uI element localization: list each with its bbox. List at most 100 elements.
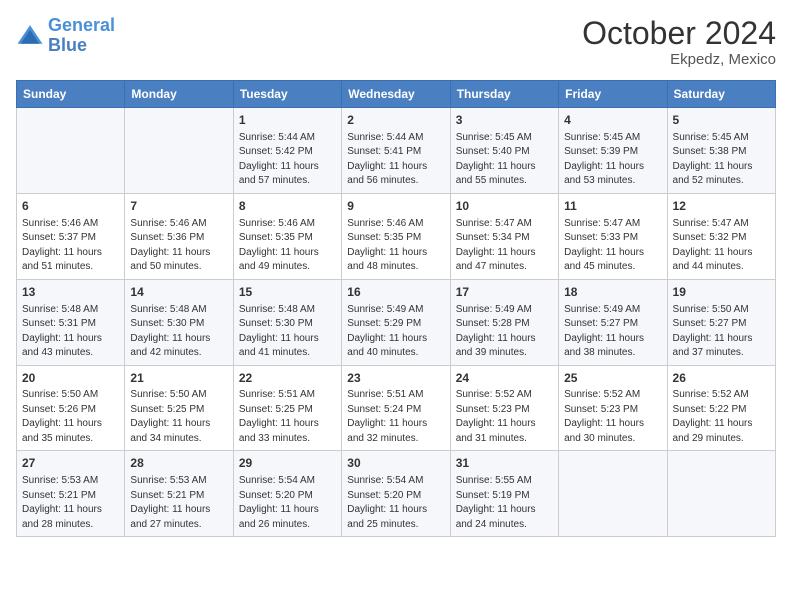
calendar-cell: 11 Sunrise: 5:47 AM Sunset: 5:33 PM Dayli… xyxy=(559,193,667,279)
calendar-cell: 13 Sunrise: 5:48 AM Sunset: 5:31 PM Dayli… xyxy=(17,279,125,365)
calendar-cell xyxy=(667,451,775,537)
calendar-cell: 19 Sunrise: 5:50 AM Sunset: 5:27 PM Dayli… xyxy=(667,279,775,365)
calendar-cell: 2 Sunrise: 5:44 AM Sunset: 5:41 PM Daylig… xyxy=(342,108,450,194)
calendar-cell: 14 Sunrise: 5:48 AM Sunset: 5:30 PM Dayli… xyxy=(125,279,233,365)
day-info: Sunrise: 5:47 AM Sunset: 5:34 PM Dayligh… xyxy=(456,217,553,275)
weekday-header-saturday: Saturday xyxy=(667,81,775,108)
weekday-header-wednesday: Wednesday xyxy=(342,81,450,108)
weekday-header-tuesday: Tuesday xyxy=(233,81,341,108)
day-info: Sunrise: 5:50 AM Sunset: 5:27 PM Dayligh… xyxy=(673,303,770,361)
day-info: Sunrise: 5:46 AM Sunset: 5:35 PM Dayligh… xyxy=(347,217,444,275)
calendar-cell: 25Sunrise: 5:52 AM Sunset: 5:23 PM Dayli… xyxy=(559,365,667,451)
day-info: Sunrise: 5:48 AM Sunset: 5:31 PM Dayligh… xyxy=(22,303,119,361)
logo-text: General Blue xyxy=(48,16,115,56)
day-info: Sunrise: 5:46 AM Sunset: 5:35 PM Dayligh… xyxy=(239,217,336,275)
day-info: Sunrise: 5:54 AM Sunset: 5:20 PM Dayligh… xyxy=(347,474,444,532)
calendar-cell: 23Sunrise: 5:51 AM Sunset: 5:24 PM Dayli… xyxy=(342,365,450,451)
day-info: Sunrise: 5:51 AM Sunset: 5:24 PM Dayligh… xyxy=(347,388,444,446)
day-number: 6 xyxy=(22,198,119,215)
day-number: 21 xyxy=(130,370,227,387)
day-number: 23 xyxy=(347,370,444,387)
week-row-3: 13 Sunrise: 5:48 AM Sunset: 5:31 PM Dayli… xyxy=(17,279,776,365)
weekday-header-friday: Friday xyxy=(559,81,667,108)
day-number: 11 xyxy=(564,198,661,215)
day-number: 30 xyxy=(347,455,444,472)
day-number: 22 xyxy=(239,370,336,387)
day-number: 3 xyxy=(456,112,553,129)
day-number: 29 xyxy=(239,455,336,472)
calendar-cell: 29 Sunrise: 5:54 AM Sunset: 5:20 PM Dayli… xyxy=(233,451,341,537)
day-info: Sunrise: 5:50 AM Sunset: 5:25 PM Dayligh… xyxy=(130,388,227,446)
day-info: Sunrise: 5:48 AM Sunset: 5:30 PM Dayligh… xyxy=(130,303,227,361)
day-number: 5 xyxy=(673,112,770,129)
day-number: 27 xyxy=(22,455,119,472)
day-number: 9 xyxy=(347,198,444,215)
day-info: Sunrise: 5:44 AM Sunset: 5:42 PM Dayligh… xyxy=(239,131,336,189)
week-row-1: 1 Sunrise: 5:44 AM Sunset: 5:42 PM Daylig… xyxy=(17,108,776,194)
week-row-4: 20Sunrise: 5:50 AM Sunset: 5:26 PM Dayli… xyxy=(17,365,776,451)
day-info: Sunrise: 5:54 AM Sunset: 5:20 PM Dayligh… xyxy=(239,474,336,532)
day-number: 19 xyxy=(673,284,770,301)
day-info: Sunrise: 5:47 AM Sunset: 5:33 PM Dayligh… xyxy=(564,217,661,275)
day-info: Sunrise: 5:45 AM Sunset: 5:40 PM Dayligh… xyxy=(456,131,553,189)
weekday-header-thursday: Thursday xyxy=(450,81,558,108)
day-number: 17 xyxy=(456,284,553,301)
day-number: 12 xyxy=(673,198,770,215)
day-info: Sunrise: 5:47 AM Sunset: 5:32 PM Dayligh… xyxy=(673,217,770,275)
day-number: 31 xyxy=(456,455,553,472)
calendar-cell xyxy=(125,108,233,194)
calendar-cell: 4Sunrise: 5:45 AM Sunset: 5:39 PM Daylig… xyxy=(559,108,667,194)
day-info: Sunrise: 5:53 AM Sunset: 5:21 PM Dayligh… xyxy=(22,474,119,532)
logo-general: General xyxy=(48,15,115,35)
calendar-cell: 20Sunrise: 5:50 AM Sunset: 5:26 PM Dayli… xyxy=(17,365,125,451)
calendar-cell: 24Sunrise: 5:52 AM Sunset: 5:23 PM Dayli… xyxy=(450,365,558,451)
calendar-cell: 1 Sunrise: 5:44 AM Sunset: 5:42 PM Daylig… xyxy=(233,108,341,194)
day-info: Sunrise: 5:49 AM Sunset: 5:29 PM Dayligh… xyxy=(347,303,444,361)
calendar-cell xyxy=(17,108,125,194)
calendar-cell: 10 Sunrise: 5:47 AM Sunset: 5:34 PM Dayli… xyxy=(450,193,558,279)
calendar-cell: 6 Sunrise: 5:46 AM Sunset: 5:37 PM Daylig… xyxy=(17,193,125,279)
day-number: 10 xyxy=(456,198,553,215)
day-info: Sunrise: 5:46 AM Sunset: 5:37 PM Dayligh… xyxy=(22,217,119,275)
location: Ekpedz, Mexico xyxy=(582,51,776,68)
month-title: October 2024 xyxy=(582,16,776,51)
day-number: 28 xyxy=(130,455,227,472)
day-number: 13 xyxy=(22,284,119,301)
week-row-2: 6 Sunrise: 5:46 AM Sunset: 5:37 PM Daylig… xyxy=(17,193,776,279)
day-number: 7 xyxy=(130,198,227,215)
day-number: 1 xyxy=(239,112,336,129)
day-info: Sunrise: 5:51 AM Sunset: 5:25 PM Dayligh… xyxy=(239,388,336,446)
calendar-cell: 16 Sunrise: 5:49 AM Sunset: 5:29 PM Dayli… xyxy=(342,279,450,365)
day-number: 16 xyxy=(347,284,444,301)
day-info: Sunrise: 5:52 AM Sunset: 5:23 PM Dayligh… xyxy=(456,388,553,446)
calendar-cell: 18 Sunrise: 5:49 AM Sunset: 5:27 PM Dayli… xyxy=(559,279,667,365)
calendar-cell: 26Sunrise: 5:52 AM Sunset: 5:22 PM Dayli… xyxy=(667,365,775,451)
day-number: 14 xyxy=(130,284,227,301)
calendar-cell: 31Sunrise: 5:55 AM Sunset: 5:19 PM Dayli… xyxy=(450,451,558,537)
day-number: 2 xyxy=(347,112,444,129)
calendar-cell: 28Sunrise: 5:53 AM Sunset: 5:21 PM Dayli… xyxy=(125,451,233,537)
calendar-cell: 21Sunrise: 5:50 AM Sunset: 5:25 PM Dayli… xyxy=(125,365,233,451)
calendar-cell: 8Sunrise: 5:46 AM Sunset: 5:35 PM Daylig… xyxy=(233,193,341,279)
weekday-header-sunday: Sunday xyxy=(17,81,125,108)
day-number: 15 xyxy=(239,284,336,301)
calendar-cell xyxy=(559,451,667,537)
day-info: Sunrise: 5:46 AM Sunset: 5:36 PM Dayligh… xyxy=(130,217,227,275)
day-info: Sunrise: 5:48 AM Sunset: 5:30 PM Dayligh… xyxy=(239,303,336,361)
weekday-header-row: SundayMondayTuesdayWednesdayThursdayFrid… xyxy=(17,81,776,108)
day-info: Sunrise: 5:50 AM Sunset: 5:26 PM Dayligh… xyxy=(22,388,119,446)
day-info: Sunrise: 5:44 AM Sunset: 5:41 PM Dayligh… xyxy=(347,131,444,189)
calendar-cell: 3 Sunrise: 5:45 AM Sunset: 5:40 PM Daylig… xyxy=(450,108,558,194)
day-number: 26 xyxy=(673,370,770,387)
calendar-cell: 27 Sunrise: 5:53 AM Sunset: 5:21 PM Dayli… xyxy=(17,451,125,537)
day-number: 18 xyxy=(564,284,661,301)
day-info: Sunrise: 5:45 AM Sunset: 5:39 PM Dayligh… xyxy=(564,131,661,189)
calendar-cell: 17Sunrise: 5:49 AM Sunset: 5:28 PM Dayli… xyxy=(450,279,558,365)
calendar-cell: 7 Sunrise: 5:46 AM Sunset: 5:36 PM Daylig… xyxy=(125,193,233,279)
day-number: 25 xyxy=(564,370,661,387)
calendar-cell: 5Sunrise: 5:45 AM Sunset: 5:38 PM Daylig… xyxy=(667,108,775,194)
calendar-cell: 12 Sunrise: 5:47 AM Sunset: 5:32 PM Dayli… xyxy=(667,193,775,279)
day-info: Sunrise: 5:52 AM Sunset: 5:23 PM Dayligh… xyxy=(564,388,661,446)
weekday-header-monday: Monday xyxy=(125,81,233,108)
day-info: Sunrise: 5:49 AM Sunset: 5:27 PM Dayligh… xyxy=(564,303,661,361)
